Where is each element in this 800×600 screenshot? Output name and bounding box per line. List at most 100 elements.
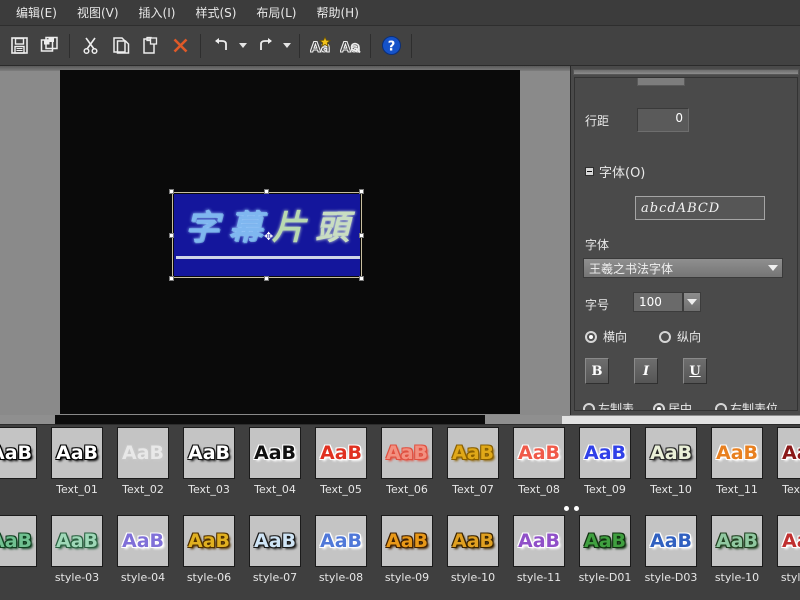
collapse-icon[interactable] xyxy=(585,167,594,176)
style-thumbnail[interactable]: AaBstyle-03 xyxy=(44,515,110,584)
style-thumbnail-preview[interactable]: AaB xyxy=(249,515,301,567)
menu-layout[interactable]: 布局(L) xyxy=(246,1,306,25)
style-thumbnail-preview[interactable]: AaB xyxy=(711,515,763,567)
style-thumbnail-preview[interactable]: AaB xyxy=(249,427,301,479)
line-spacing-input[interactable]: 0 xyxy=(637,108,689,132)
panel-grip[interactable] xyxy=(573,69,799,75)
style-thumbnail[interactable]: AaBText_08 xyxy=(506,427,572,496)
menu-style[interactable]: 样式(S) xyxy=(185,1,246,25)
gallery-page-dots[interactable] xyxy=(564,506,579,511)
style-thumbnail-preview[interactable]: AaB xyxy=(513,515,565,567)
style-thumbnail[interactable]: AaB xyxy=(0,515,44,584)
menu-help[interactable]: 帮助(H) xyxy=(306,1,368,25)
canvas-area[interactable]: 字 幕 片 頭 ✥ xyxy=(0,66,570,415)
style-thumbnail-preview[interactable]: AaB xyxy=(51,515,103,567)
radio-vertical-icon[interactable] xyxy=(659,331,671,343)
style-thumbnail-preview[interactable]: AaB xyxy=(117,515,169,567)
align-left-option[interactable]: 左制表 xyxy=(583,400,634,411)
text-effect-button[interactable]: Aa xyxy=(306,31,334,61)
paste-button[interactable] xyxy=(136,31,164,61)
clipped-control-above[interactable] xyxy=(637,77,685,86)
style-thumbnail-preview[interactable]: AaB xyxy=(645,427,697,479)
style-thumbnail[interactable]: AaBstyle-09 xyxy=(374,515,440,584)
style-thumbnail[interactable]: AaBText_11 xyxy=(704,427,770,496)
preview-canvas[interactable]: 字 幕 片 頭 ✥ xyxy=(60,70,520,414)
resize-handle-n[interactable] xyxy=(264,189,269,194)
style-thumbnail-preview[interactable]: AaB xyxy=(117,427,169,479)
font-group-header[interactable]: 字体(O) xyxy=(585,162,645,181)
style-thumbnail-preview[interactable]: AaB xyxy=(579,427,631,479)
radio-align-center-icon[interactable] xyxy=(653,403,665,412)
save-button[interactable] xyxy=(5,31,33,61)
gallery-scrollbar[interactable] xyxy=(0,415,800,425)
resize-handle-ne[interactable] xyxy=(359,189,364,194)
cut-button[interactable] xyxy=(76,31,104,61)
style-thumbnail-preview[interactable]: AaB xyxy=(183,515,235,567)
style-thumbnail[interactable]: AaBstyle-10 xyxy=(704,515,770,584)
resize-handle-se[interactable] xyxy=(359,276,364,281)
resize-handle-w[interactable] xyxy=(169,233,174,238)
style-thumbnail-preview[interactable]: AaB xyxy=(711,427,763,479)
orientation-vertical-option[interactable]: 纵向 xyxy=(659,328,701,345)
orientation-horizontal-option[interactable]: 横向 xyxy=(585,328,627,345)
page-dot-1[interactable] xyxy=(564,506,569,511)
style-thumbnail[interactable]: AaBstyle-D03 xyxy=(638,515,704,584)
resize-handle-nw[interactable] xyxy=(169,189,174,194)
style-thumbnail-preview[interactable]: AaB xyxy=(513,427,565,479)
style-thumbnail[interactable]: AaBText_04 xyxy=(242,427,308,496)
radio-horizontal-icon[interactable] xyxy=(585,331,597,343)
resize-handle-s[interactable] xyxy=(264,276,269,281)
style-thumbnail-preview[interactable]: AaB xyxy=(315,515,367,567)
redo-button[interactable] xyxy=(251,31,279,61)
style-thumbnail[interactable]: AaBstyle-11 xyxy=(770,515,800,584)
resize-handle-sw[interactable] xyxy=(169,276,174,281)
style-thumbnail[interactable]: AaB xyxy=(0,427,44,496)
menu-insert[interactable]: 插入(I) xyxy=(129,1,186,25)
style-thumbnail-preview[interactable]: AaB xyxy=(381,515,433,567)
style-thumbnail[interactable]: AaBText_10 xyxy=(638,427,704,496)
style-thumbnail[interactable]: AaBText_01 xyxy=(44,427,110,496)
gallery-scrollbar-thumb[interactable] xyxy=(55,415,485,424)
style-thumbnail[interactable]: AaBstyle-04 xyxy=(110,515,176,584)
italic-button[interactable]: I xyxy=(634,358,658,384)
undo-dropdown[interactable] xyxy=(236,31,250,61)
style-thumbnail-preview[interactable]: AaB xyxy=(579,515,631,567)
style-thumbnail[interactable]: AaBText_09 xyxy=(572,427,638,496)
gallery-scrollbar-track-right[interactable] xyxy=(562,415,800,424)
redo-dropdown[interactable] xyxy=(280,31,294,61)
style-thumbnail-preview[interactable]: AaB xyxy=(51,427,103,479)
font-size-input[interactable]: 100 xyxy=(633,292,683,312)
style-thumbnail-preview[interactable]: AaB xyxy=(381,427,433,479)
style-thumbnail-preview[interactable]: AaB xyxy=(777,427,800,479)
menu-edit[interactable]: 编辑(E) xyxy=(6,1,67,25)
copy-button[interactable] xyxy=(106,31,134,61)
help-button[interactable]: ? xyxy=(377,31,405,61)
style-thumbnail[interactable]: AaBstyle-06 xyxy=(176,515,242,584)
style-thumbnail-preview[interactable]: AaB xyxy=(645,515,697,567)
delete-button[interactable] xyxy=(166,31,194,61)
font-family-select[interactable]: 王羲之书法字体 xyxy=(583,258,783,278)
style-thumbnail-preview[interactable]: AaB xyxy=(447,427,499,479)
menu-view[interactable]: 视图(V) xyxy=(67,1,129,25)
underline-button[interactable]: U xyxy=(683,358,707,384)
page-dot-2[interactable] xyxy=(574,506,579,511)
style-thumbnail[interactable]: AaBText_12 xyxy=(770,427,800,496)
text-object[interactable]: 字 幕 片 頭 ✥ xyxy=(172,192,362,278)
style-thumbnail[interactable]: AaBText_03 xyxy=(176,427,242,496)
align-right-option[interactable]: 右制表位 xyxy=(715,400,778,411)
style-thumbnail[interactable]: AaBstyle-07 xyxy=(242,515,308,584)
style-thumbnail-preview[interactable]: AaB xyxy=(315,427,367,479)
radio-align-left-icon[interactable] xyxy=(583,403,595,412)
style-thumbnail[interactable]: AaBstyle-08 xyxy=(308,515,374,584)
style-thumbnail[interactable]: AaBstyle-D01 xyxy=(572,515,638,584)
style-thumbnail[interactable]: AaBText_05 xyxy=(308,427,374,496)
align-center-option[interactable]: 居中 xyxy=(653,400,692,411)
save-as-button[interactable] xyxy=(35,31,63,61)
style-thumbnail[interactable]: AaBText_07 xyxy=(440,427,506,496)
style-thumbnail-preview[interactable]: AaB xyxy=(0,427,37,479)
text-preview-button[interactable]: Aa xyxy=(336,31,364,61)
radio-align-right-icon[interactable] xyxy=(715,403,727,412)
style-thumbnail[interactable]: AaBstyle-10 xyxy=(440,515,506,584)
resize-handle-e[interactable] xyxy=(359,233,364,238)
style-thumbnail-preview[interactable]: AaB xyxy=(447,515,499,567)
